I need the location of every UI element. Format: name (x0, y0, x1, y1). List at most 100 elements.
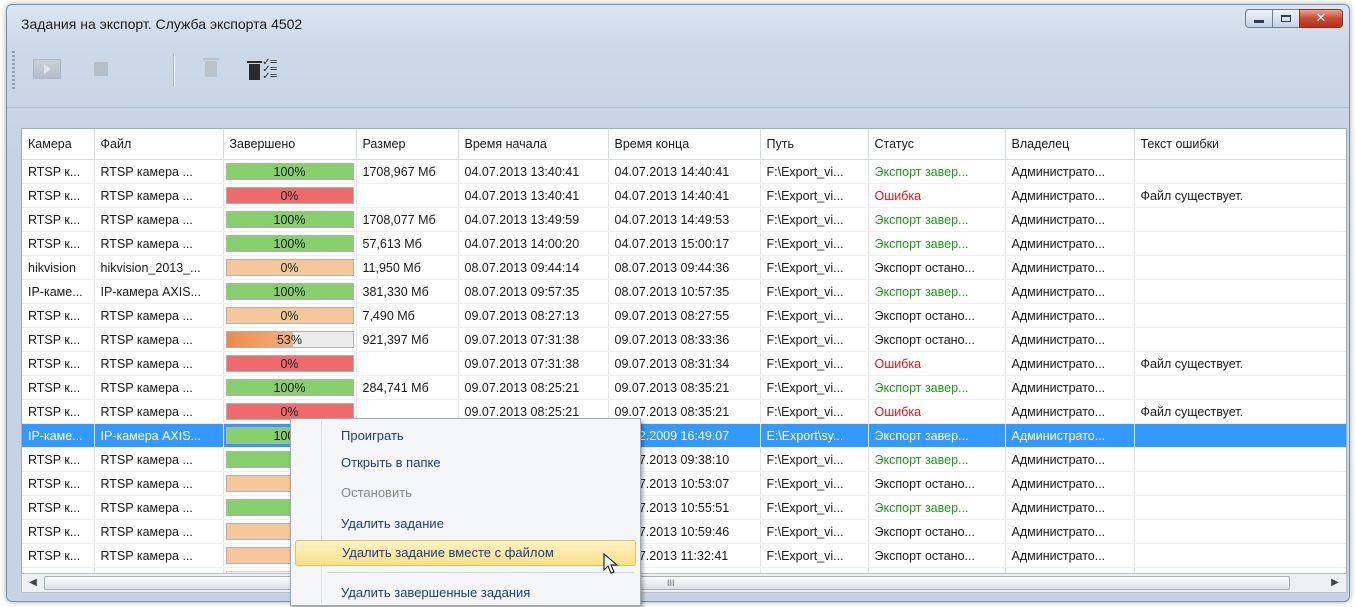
menu-item-open-folder[interactable]: Открыть в папке (295, 450, 636, 476)
column-status-header[interactable]: Статус (868, 129, 1006, 160)
table-row[interactable]: IP-каме... IP-камера AXIS... 100% 381,330 М… (22, 279, 1346, 304)
cell-start-time: 09.07.2013 07:31:38 (458, 351, 609, 376)
delete-completed-button[interactable]: ✓═ ✓═ ✓═ (242, 51, 284, 87)
cell-status: Экспорт завер... (868, 495, 1006, 520)
cell-start-time: 09.07.2013 07:31:38 (458, 327, 609, 352)
cell-file: RTSP камера ... (94, 375, 224, 400)
table-row[interactable]: RTSP к... RTSP камера ... 09.07.2013 11:32… (22, 543, 1346, 568)
export-jobs-window: Задания на экспорт. Служба экспорта 4502… (6, 4, 1350, 602)
table-row[interactable]: RTSP к... RTSP камера ... 100% 1708,967 Мб 0… (22, 159, 1346, 184)
cell-error-text: Файл существует. (1134, 351, 1346, 376)
column-owner-header[interactable]: Владелец (1005, 129, 1135, 160)
table-row[interactable]: RTSP к... RTSP камера ... 09.07.2013 10:55… (22, 495, 1346, 520)
menu-item-play[interactable]: Проиграть (295, 423, 636, 449)
cell-owner: Администрато... (1005, 399, 1135, 424)
cell-path: F:\Export_vi... (760, 231, 869, 256)
scroll-left-icon[interactable]: ◀ (24, 575, 42, 591)
cell-camera: RTSP к... (22, 375, 95, 400)
table-row[interactable]: RTSP к... RTSP камера ... 0% 7,490 Мб 09.07.… (22, 303, 1346, 328)
column-error-text-header[interactable]: Текст ошибки (1134, 129, 1346, 160)
cell-end-time: 04.07.2013 14:49:53 (608, 207, 761, 232)
cell-file: RTSP камера ... (94, 327, 224, 352)
table-row[interactable]: RTSP к... RTSP камера ... 0% 09.07.2013 08:… (22, 399, 1346, 424)
cell-camera: RTSP к... (22, 447, 95, 472)
cell-camera: RTSP к... (22, 495, 95, 520)
table-row[interactable]: RTSP к... RTSP камера ... 100% 1708,077 Мб 0… (22, 207, 1346, 232)
cell-file: IP-камера AXIS... (94, 423, 224, 448)
column-size-header[interactable]: Размер (356, 129, 459, 160)
column-end-time-header[interactable]: Время конца (608, 129, 761, 160)
play-button[interactable] (26, 51, 68, 87)
table-row[interactable]: RTSP к... RTSP камера ... 100% 284,741 Мб 09… (22, 375, 1346, 400)
cell-file: hikvision_2013_... (94, 255, 224, 280)
column-camera-header[interactable]: Камера (22, 129, 95, 160)
cell-completed: 0% (223, 255, 357, 280)
progress-label: 0% (280, 261, 299, 275)
table-row[interactable]: RTSP к... RTSP камера ... 100% 57,613 Мб 04.… (22, 231, 1346, 256)
horizontal-scrollbar[interactable]: ◀ III ▶ (21, 573, 1347, 593)
cell-path: F:\Export_vi... (760, 303, 869, 328)
table-row[interactable]: RTSP к... RTSP камера ... 09.07.2013 10:53… (22, 471, 1346, 496)
scroll-right-icon[interactable]: ▶ (1326, 575, 1344, 591)
menu-item-delete-job[interactable]: Удалить задание (295, 511, 636, 537)
progress-bar: 100% (225, 235, 354, 252)
cell-completed: 0% (223, 351, 357, 376)
table-row[interactable]: RTSP к... RTSP камера ... 09.07.2013 10:59… (22, 519, 1346, 544)
cell-file: RTSP камера ... (94, 399, 224, 424)
table-row[interactable]: RTSP к... RTSP камера ... 09.07.2013 09:38… (22, 447, 1346, 472)
cell-status: Ошибка (868, 399, 1006, 424)
cell-path: F:\Export_vi... (760, 159, 869, 184)
cell-file: RTSP камера ... (94, 231, 224, 256)
cell-file: RTSP камера ... (94, 543, 224, 568)
menu-item-delete-job-with-file[interactable]: Удалить задание вместе с файлом (295, 540, 636, 566)
cell-owner: Администрато... (1005, 327, 1135, 352)
cell-status: Экспорт остано... (868, 543, 1006, 568)
cell-file: RTSP камера ... (94, 159, 224, 184)
table-row[interactable]: RTSP к... RTSP камера ... 0% 09.07.2013 07:… (22, 351, 1346, 376)
table-row[interactable]: hikvision hikvision_2013_... 0% 11,950 Мб 08… (22, 255, 1346, 280)
cell-owner: Администрато... (1005, 207, 1135, 232)
mouse-cursor-icon (603, 553, 619, 574)
menu-item-stop[interactable]: Остановить (295, 480, 636, 506)
table-row[interactable]: IP-каме...IP-камера AXIS...100%16.12.200… (22, 423, 1346, 448)
progress-label: 100% (273, 381, 306, 395)
cell-path: F:\Export_vi... (760, 255, 869, 280)
maximize-button[interactable] (1272, 9, 1300, 28)
cell-owner: Администрато... (1005, 231, 1135, 256)
cell-status: Экспорт остано... (868, 255, 1006, 280)
cell-status: Ошибка (868, 351, 1006, 376)
cell-error-text (1134, 375, 1346, 400)
cell-error-text (1134, 303, 1346, 328)
cell-end-time: 04.07.2013 14:40:41 (608, 159, 761, 184)
cell-error-text (1134, 231, 1346, 256)
toolbar-grip[interactable] (12, 51, 15, 91)
toolbar-separator (173, 53, 175, 87)
cell-error-text: Файл существует. (1134, 183, 1346, 208)
cell-start-time: 04.07.2013 13:49:59 (458, 207, 609, 232)
column-completed-header[interactable]: Завершено (223, 129, 357, 160)
cell-file: RTSP камера ... (94, 519, 224, 544)
stop-button[interactable] (80, 51, 122, 87)
column-path-header[interactable]: Путь (760, 129, 869, 160)
cell-owner: Администрато... (1005, 303, 1135, 328)
title-bar[interactable]: Задания на экспорт. Служба экспорта 4502… (7, 5, 1349, 41)
minimize-button[interactable] (1245, 9, 1273, 28)
column-file-header[interactable]: Файл (94, 129, 224, 160)
close-button[interactable]: ✕ (1299, 9, 1343, 28)
progress-bar: 100% (225, 163, 354, 180)
cell-status: Экспорт завер... (868, 423, 1006, 448)
cell-file: RTSP камера ... (94, 183, 224, 208)
delete-job-button[interactable] (190, 51, 232, 87)
menu-item-delete-completed[interactable]: Удалить завершенные задания (295, 580, 636, 606)
cell-camera: RTSP к... (22, 543, 95, 568)
jobs-grid[interactable]: Камера Файл Завершено Размер Время начала Вре… (21, 128, 1347, 584)
cell-owner: Администрато... (1005, 495, 1135, 520)
cell-path: F:\Export_vi... (760, 495, 869, 520)
table-row[interactable]: RTSP к... RTSP камера ... 53% 921,397 Мб 09.… (22, 327, 1346, 352)
cell-owner: Администрато... (1005, 159, 1135, 184)
cell-path: F:\Export_vi... (760, 471, 869, 496)
cell-status: Экспорт остано... (868, 519, 1006, 544)
column-start-time-header[interactable]: Время начала (458, 129, 609, 160)
table-row[interactable]: RTSP к... RTSP камера ... 0% 04.07.2013 13:… (22, 183, 1346, 208)
scroll-thumb[interactable]: III (44, 576, 1290, 590)
